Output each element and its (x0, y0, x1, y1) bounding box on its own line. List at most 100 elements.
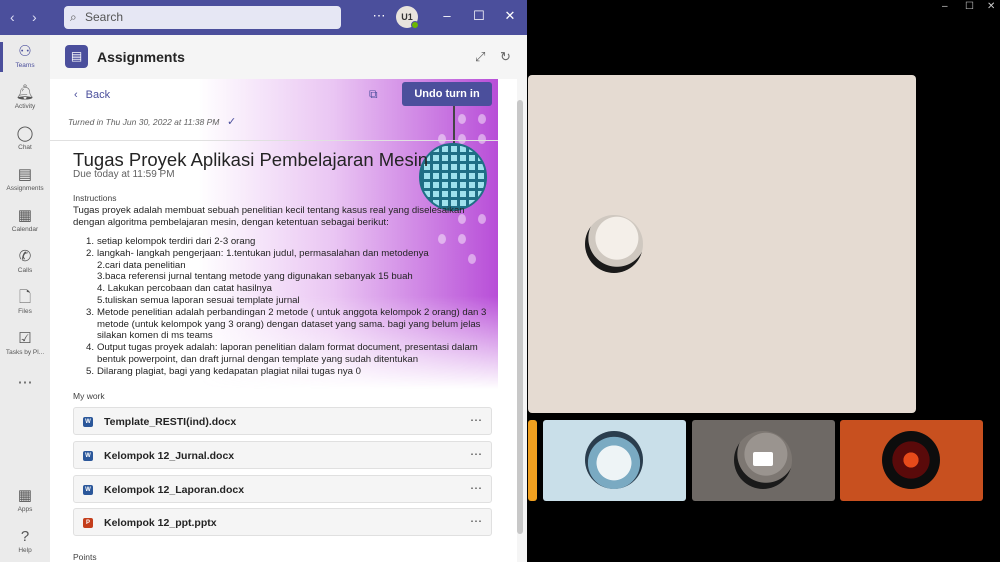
word-icon: W (83, 485, 93, 495)
close-icon[interactable]: ✕ (503, 8, 517, 24)
maximize-icon[interactable]: ☐ (472, 8, 486, 24)
file-item[interactable]: W Kelompok 12_Jurnal.docx ⋯ (73, 441, 492, 469)
more-icon: ⋯ (17, 374, 33, 391)
more-options-icon[interactable]: ⋯ (470, 481, 483, 495)
title-bar: ‹ › ⌕ Search ⋯ U1 – ☐ ✕ (0, 0, 527, 35)
teams-icon: ⚇ (18, 43, 32, 60)
check-icon: ✓ (227, 116, 237, 128)
file-icon: 🗋 (18, 289, 32, 306)
due-date: Due today at 11:59 PM (73, 169, 175, 180)
assignment-detail: ‹ Back ⧉ Undo turn in Turned in Thu Jun 3… (50, 79, 517, 562)
chat-icon: ◯ (16, 125, 34, 142)
rail-label: Assignments (6, 185, 44, 192)
participant-avatar (882, 431, 940, 489)
list-item: 1. setiap kelompok terdiri dari 2-3 orang (86, 236, 256, 247)
points-label: Points (73, 552, 97, 562)
file-name: Kelompok 12_ppt.pptx (104, 517, 217, 529)
assignments-app-icon: ▤ (65, 45, 88, 68)
rail-item-tasks[interactable]: ☑ Tasks by Pl... (0, 330, 50, 357)
participant-tile[interactable] (543, 420, 686, 501)
more-options-icon[interactable]: ⋯ (372, 8, 386, 24)
rail-item-teams[interactable]: ⚇ Teams (0, 42, 50, 72)
rail-label: Activity (14, 103, 36, 110)
list-item: 2.cari data penelitian (97, 259, 186, 271)
rail-item-calls[interactable]: ✆ Calls (0, 249, 50, 275)
file-name: Kelompok 12_Jurnal.docx (104, 450, 235, 462)
minimize-icon[interactable]: – (942, 1, 948, 12)
rail-item-chat[interactable]: ◯ Chat (0, 125, 50, 152)
expand-icon[interactable]: ⤢ (475, 49, 485, 65)
disco-string (453, 103, 455, 143)
file-item[interactable]: W Template_RESTI(ind).docx ⋯ (73, 407, 492, 435)
scrollbar[interactable] (517, 100, 523, 534)
file-name: Kelompok 12_Laporan.docx (104, 484, 245, 496)
rail-item-assignments[interactable]: ▤ Assignments (0, 166, 50, 193)
maximize-icon[interactable]: ☐ (965, 1, 974, 12)
calendar-icon: ▦ (17, 207, 33, 224)
app-header: ▤ Assignments ⤢ ↻ (50, 35, 527, 79)
rail-label: Teams (15, 62, 35, 69)
instructions-intro: Tugas proyek adalah membuat sebuah penel… (73, 205, 465, 228)
list-item: 2. langkah- langkah pengerjaan: 1.tentuk… (86, 247, 429, 259)
file-name: Template_RESTI(ind).docx (104, 416, 237, 428)
rail-item-activity[interactable]: 🔔︎ Activity (0, 84, 50, 111)
search-icon: ⌕ (70, 10, 77, 24)
minimize-icon[interactable]: – (440, 8, 454, 23)
participant-avatar (585, 215, 643, 273)
word-icon: W (83, 417, 93, 427)
view-icon[interactable]: ⧉ (369, 87, 378, 102)
file-item[interactable]: W Kelompok 12_Laporan.docx ⋯ (73, 475, 492, 503)
app-rail: ⚇ Teams 🔔︎ Activity ◯ Chat ▤ Assignments ▦ Ca… (0, 35, 50, 562)
app-title: Assignments (97, 49, 185, 65)
more-options-icon[interactable]: ⋯ (470, 413, 483, 427)
close-icon[interactable]: ✕ (987, 1, 995, 12)
instructions-list: 1. setiap kelompok terdiri dari 2-3 orang… (73, 236, 493, 378)
instructions-label: Instructions (73, 193, 117, 203)
main-video-stage (528, 75, 916, 413)
list-item: 3. Metode penelitian adalah perbandingan … (86, 306, 487, 342)
back-label: Back (85, 89, 111, 101)
participant-tile[interactable] (528, 420, 537, 501)
assignments-icon: ▤ (17, 166, 33, 183)
rail-label: Files (18, 308, 32, 315)
rail-label: Help (18, 547, 32, 554)
camera-icon (753, 452, 773, 466)
participant-tile[interactable] (840, 420, 983, 501)
back-nav-icon[interactable]: ‹ (10, 9, 15, 25)
chevron-left-icon: ‹ (74, 89, 78, 101)
rail-item-calendar[interactable]: ▦ Calendar (0, 207, 50, 234)
refresh-icon[interactable]: ↻ (500, 49, 511, 65)
bell-icon: 🔔︎ (15, 84, 35, 101)
rail-item-more[interactable]: ⋯ (0, 375, 50, 391)
user-avatar[interactable]: U1 (396, 6, 419, 29)
rail-label: Tasks by Pl... (5, 349, 45, 356)
rail-item-help[interactable]: ? Help (0, 528, 50, 555)
file-item[interactable]: P Kelompok 12_ppt.pptx ⋯ (73, 508, 492, 536)
apps-icon: ▦ (17, 487, 33, 504)
list-item: 5. Dilarang plagiat, bagi yang kedapatan … (86, 365, 362, 377)
rail-label: Apps (17, 506, 33, 513)
more-options-icon[interactable]: ⋯ (470, 447, 483, 461)
rail-item-files[interactable]: 🗋 Files (0, 289, 50, 316)
list-item: 4. Lakukan percobaan dan catat hasilnya (97, 283, 272, 295)
avatar-initials: U1 (401, 12, 413, 22)
participant-tile[interactable] (692, 420, 835, 501)
search-placeholder: Search (85, 10, 124, 24)
search-input[interactable]: ⌕ Search (64, 6, 341, 29)
more-options-icon[interactable]: ⋯ (470, 514, 483, 528)
divider (50, 140, 498, 141)
rail-item-apps[interactable]: ▦ Apps (0, 487, 50, 514)
word-icon: W (83, 451, 93, 461)
tasks-icon: ☑ (18, 330, 32, 347)
rail-label: Calendar (11, 226, 39, 233)
turned-in-status: Turned in Thu Jun 30, 2022 at 11:38 PM (68, 117, 220, 127)
teams-window: ‹ › ⌕ Search ⋯ U1 – ☐ ✕ ⚇ Teams 🔔︎ Activit… (0, 0, 527, 562)
presence-indicator (411, 21, 419, 29)
my-work-label: My work (73, 391, 105, 401)
rail-label: Calls (17, 267, 33, 274)
back-button[interactable]: ‹ Back (74, 89, 110, 101)
list-item: 4. Output tugas proyek adalah: laporan pe… (86, 342, 478, 365)
help-icon: ? (20, 528, 30, 545)
forward-nav-icon[interactable]: › (32, 9, 37, 25)
undo-turn-in-button[interactable]: Undo turn in (402, 82, 492, 106)
